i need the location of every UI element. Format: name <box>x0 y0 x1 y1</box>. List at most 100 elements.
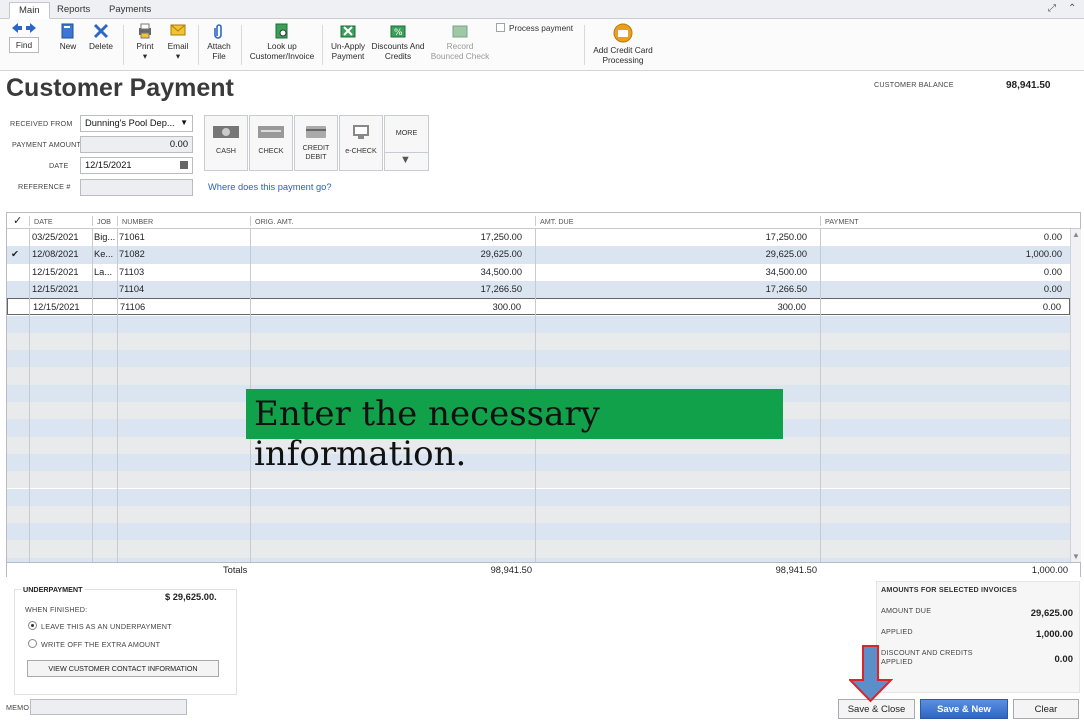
table-row[interactable]: ✔ 12/08/2021 Ke... 71082 29,625.00 29,625.00 1… <box>7 246 1070 263</box>
delete-x-icon <box>86 23 116 39</box>
scroll-up-icon[interactable]: ▲ <box>1072 230 1080 239</box>
cell-number: 71103 <box>119 266 145 277</box>
toolbar-separator <box>241 25 242 65</box>
more-dropdown-icon[interactable]: ▼ <box>400 154 411 166</box>
cash-button[interactable]: CASH <box>204 115 248 171</box>
table-row[interactable]: 12/15/2021 71104 17,266.50 17,266.50 0.00 <box>7 281 1070 298</box>
bounced-check-icon <box>429 23 491 39</box>
total-orig-amt: 98,941.50 <box>490 565 532 575</box>
ribbon-tab-strip: Main Reports Payments ⤢ ⌃ <box>0 0 1084 19</box>
credit-card-coin-icon <box>589 23 657 43</box>
grid-stripe <box>7 505 1070 524</box>
cell-payment[interactable]: 0.00 <box>1043 302 1061 312</box>
record-bounced-check-button[interactable]: Record Bounced Check <box>429 23 491 61</box>
print-button[interactable]: Print ▾ <box>131 23 159 61</box>
cell-job: Ke... <box>94 249 114 260</box>
cell-number: 71061 <box>119 232 145 242</box>
tab-reports[interactable]: Reports <box>48 2 99 19</box>
scroll-down-icon[interactable]: ▼ <box>1072 552 1080 561</box>
col-header-orig-amt[interactable]: ORIG. AMT. <box>255 217 293 226</box>
discount-credits-label: DISCOUNT AND CREDITS <box>881 648 973 657</box>
unapply-payment-button[interactable]: Un-Apply Payment <box>328 23 368 61</box>
clear-button[interactable]: Clear <box>1013 699 1079 719</box>
grid-header: ✓ DATE JOB NUMBER ORIG. AMT. AMT. DUE PA… <box>7 213 1080 229</box>
cell-date: 03/25/2021 <box>32 232 79 242</box>
amount-due-value: 29,625.00 <box>1030 608 1073 619</box>
when-finished-label: WHEN FINISHED: <box>25 605 88 614</box>
credit-debit-button[interactable]: CREDIT DEBIT <box>294 115 338 171</box>
toolbar-separator <box>123 25 124 65</box>
process-payment-checkbox[interactable] <box>496 23 505 32</box>
grid-stripe <box>7 540 1070 558</box>
toolbar: Find New Delete Print ▾ Email ▾ Attach File… <box>0 19 1084 71</box>
col-header-date[interactable]: DATE <box>34 217 53 226</box>
grid-stripe <box>7 471 1070 489</box>
reference-input[interactable] <box>80 179 193 196</box>
add-credit-card-processing-button[interactable]: Add Credit Card Processing <box>589 23 657 65</box>
email-button[interactable]: Email ▾ <box>164 23 192 61</box>
memo-input[interactable] <box>30 699 187 715</box>
toolbar-separator <box>198 25 199 65</box>
maximize-icon[interactable]: ⤢ <box>1048 3 1056 14</box>
date-label: DATE <box>49 161 69 170</box>
underpayment-panel: UNDERPAYMENT $ 29,625.00. WHEN FINISHED:… <box>14 585 237 695</box>
col-header-amt-due[interactable]: AMT. DUE <box>540 217 574 226</box>
applied-label: APPLIED <box>881 627 913 636</box>
cell-number: 71106 <box>120 302 146 313</box>
cell-number: 71104 <box>119 283 145 294</box>
printer-icon <box>131 23 159 39</box>
cell-number: 71082 <box>119 249 145 260</box>
cell-amt-due: 29,625.00 <box>765 249 807 260</box>
where-payment-go-link[interactable]: Where does this payment go? <box>208 182 332 192</box>
table-row[interactable]: 03/25/2021 Big... 71061 17,250.00 17,250.00 0… <box>7 229 1070 246</box>
cell-payment[interactable]: 0.00 <box>1044 232 1062 242</box>
col-header-job[interactable]: JOB <box>97 217 111 226</box>
unapply-icon <box>328 23 368 39</box>
instruction-overlay: Enter the necessary information. <box>246 389 783 474</box>
discount-icon: % <box>370 23 426 39</box>
totals-label: Totals <box>223 565 248 575</box>
view-customer-contact-button[interactable]: VIEW CUSTOMER CONTACT INFORMATION <box>27 660 219 677</box>
col-header-payment[interactable]: PAYMENT <box>825 217 859 226</box>
write-off-radio[interactable] <box>28 639 37 648</box>
lookup-icon <box>246 23 318 39</box>
cell-job: Big... <box>94 232 116 242</box>
credit-card-icon <box>302 124 330 140</box>
cell-payment[interactable]: 0.00 <box>1044 284 1062 294</box>
payment-amount-input[interactable]: 0.00 <box>80 136 193 153</box>
cell-payment[interactable]: 1,000.00 <box>1026 249 1062 259</box>
grid-stripe <box>7 488 1070 506</box>
calendar-icon[interactable] <box>180 161 188 169</box>
cell-date: 12/15/2021 <box>33 302 80 313</box>
e-check-button[interactable]: e-CHECK <box>339 115 383 171</box>
cell-orig-amt: 34,500.00 <box>480 266 522 277</box>
amount-due-label: AMOUNT DUE <box>881 606 932 615</box>
date-input[interactable]: 12/15/2021 <box>80 157 193 174</box>
total-payment: 1,000.00 <box>1031 565 1068 575</box>
row-checkmark-icon[interactable]: ✔ <box>11 249 19 260</box>
received-from-label: RECEIVED FROM <box>10 119 73 128</box>
reference-label: REFERENCE # <box>18 182 71 191</box>
tab-main[interactable]: Main <box>9 2 50 19</box>
more-button[interactable]: MORE ▼ <box>384 115 429 171</box>
discounts-credits-button[interactable]: % Discounts And Credits <box>370 23 426 61</box>
collapse-ribbon-icon[interactable]: ⌃ <box>1068 3 1076 14</box>
discount-credits-value: 0.00 <box>1054 654 1074 665</box>
table-row[interactable]: 12/15/2021 La... 71103 34,500.00 34,500.00 0.… <box>7 264 1070 281</box>
grid-scrollbar[interactable]: ▲ ▼ <box>1070 229 1081 562</box>
new-button[interactable]: New <box>56 23 80 51</box>
received-from-dropdown[interactable]: Dunning's Pool Dep... ▼ <box>80 115 193 132</box>
table-row[interactable]: 12/15/2021 71106 300.00 300.00 0.00 <box>7 298 1070 316</box>
delete-button[interactable]: Delete <box>86 23 116 51</box>
save-new-button[interactable]: Save & New <box>920 699 1008 719</box>
leave-underpayment-radio[interactable] <box>28 621 37 630</box>
cell-payment[interactable]: 0.00 <box>1044 267 1062 277</box>
check-button[interactable]: CHECK <box>249 115 293 171</box>
lookup-customer-invoice-button[interactable]: Look up Customer/Invoice <box>246 23 318 61</box>
col-header-number[interactable]: NUMBER <box>122 217 153 226</box>
underpayment-amount: $ 29,625.00. <box>165 592 217 602</box>
find-button[interactable]: Find <box>8 23 40 53</box>
attach-file-button[interactable]: Attach File <box>204 23 234 61</box>
tab-payments[interactable]: Payments <box>100 2 160 19</box>
write-off-label: WRITE OFF THE EXTRA AMOUNT <box>41 640 161 649</box>
